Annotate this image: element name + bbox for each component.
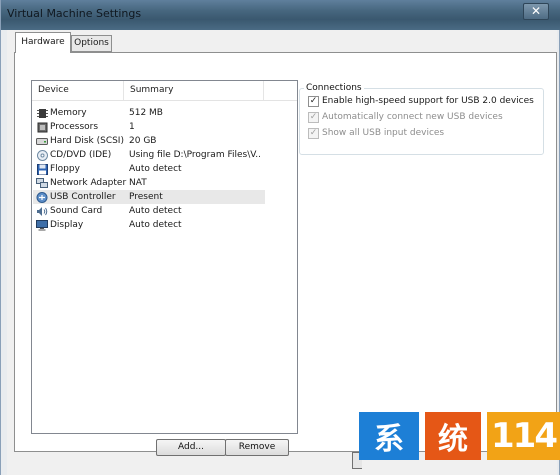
device-name: Display <box>50 220 84 230</box>
device-summary: Auto detect <box>129 220 182 230</box>
device-summary: Using file D:\Program Files\V... <box>129 150 261 160</box>
device-row-processors[interactable]: Processors 1 <box>33 120 265 134</box>
title-bar: Virtual Machine Settings ✕ <box>1 0 560 30</box>
list-header: Device Summary <box>32 81 297 101</box>
close-button[interactable]: ✕ <box>523 3 549 20</box>
memory-icon <box>36 107 48 119</box>
device-summary: Auto detect <box>129 206 182 216</box>
device-summary: 20 GB <box>129 136 157 146</box>
hardware-tab-panel: Device Summary Memory 512 MB Processors … <box>14 52 557 456</box>
device-summary: 1 <box>129 122 135 132</box>
tab-hardware[interactable]: Hardware <box>15 32 71 53</box>
device-list[interactable]: Device Summary Memory 512 MB Processors … <box>31 80 298 434</box>
device-row-usb-controller[interactable]: USB Controller Present <box>33 190 265 204</box>
column-header-device[interactable]: Device <box>32 81 124 100</box>
device-name: Hard Disk (SCSI) <box>50 136 124 146</box>
show-all-usb-input-label: Show all USB input devices <box>322 128 445 138</box>
device-name: Memory <box>50 108 87 118</box>
device-name: Sound Card <box>50 206 103 216</box>
sound-card-icon <box>36 205 48 217</box>
watermark-char-1: 系 <box>359 412 419 460</box>
window-title: Virtual Machine Settings <box>7 7 142 20</box>
device-row-hard-disk[interactable]: Hard Disk (SCSI) 20 GB <box>33 134 265 148</box>
connections-legend: Connections <box>304 83 364 94</box>
auto-connect-usb-checkbox[interactable]: ✓ <box>308 112 319 123</box>
device-row-cd-dvd[interactable]: CD/DVD (IDE) Using file D:\Program Files… <box>33 148 265 162</box>
auto-connect-usb-label: Automatically connect new USB devices <box>322 112 503 122</box>
device-summary: Present <box>129 192 163 202</box>
network-adapter-icon <box>36 177 48 189</box>
site-watermark-logo: 系 统 114 <box>359 412 560 475</box>
window: Virtual Machine Settings ✕ Hardware Opti… <box>0 0 560 475</box>
tab-options[interactable]: Options <box>71 35 112 52</box>
device-name: Processors <box>50 122 99 132</box>
device-name: Network Adapter <box>50 178 127 188</box>
close-icon: ✕ <box>530 4 542 18</box>
add-button[interactable]: Add... <box>156 439 226 456</box>
device-name: CD/DVD (IDE) <box>50 150 112 160</box>
device-name: USB Controller <box>50 192 116 202</box>
display-icon <box>36 219 48 231</box>
column-header-summary[interactable]: Summary <box>124 81 264 100</box>
device-summary: 512 MB <box>129 108 163 118</box>
show-all-usb-input-checkbox[interactable]: ✓ <box>308 128 319 139</box>
usb-controller-icon <box>36 191 48 203</box>
device-row-memory[interactable]: Memory 512 MB <box>33 106 265 120</box>
usb2-high-speed-label: Enable high-speed support for USB 2.0 de… <box>322 96 534 106</box>
device-row-network-adapter[interactable]: Network Adapter NAT <box>33 176 265 190</box>
hard-disk-icon <box>36 135 48 147</box>
watermark-char-2: 统 <box>425 412 481 460</box>
cd-dvd-icon <box>36 149 48 161</box>
device-row-floppy[interactable]: Floppy Auto detect <box>33 162 265 176</box>
device-summary: NAT <box>129 178 147 188</box>
processor-icon <box>36 121 48 133</box>
device-name: Floppy <box>50 164 80 174</box>
device-row-sound-card[interactable]: Sound Card Auto detect <box>33 204 265 218</box>
device-summary: Auto detect <box>129 164 182 174</box>
usb2-high-speed-checkbox[interactable]: ✓ <box>308 96 319 107</box>
dialog-client-area: Hardware Options Device Summary Memory 5… <box>7 30 557 475</box>
remove-button[interactable]: Remove <box>225 439 289 456</box>
watermark-number: 114 <box>487 412 560 460</box>
connections-group: Connections ✓ Enable high-speed support … <box>299 83 544 155</box>
floppy-icon <box>36 163 48 175</box>
device-row-display[interactable]: Display Auto detect <box>33 218 265 232</box>
